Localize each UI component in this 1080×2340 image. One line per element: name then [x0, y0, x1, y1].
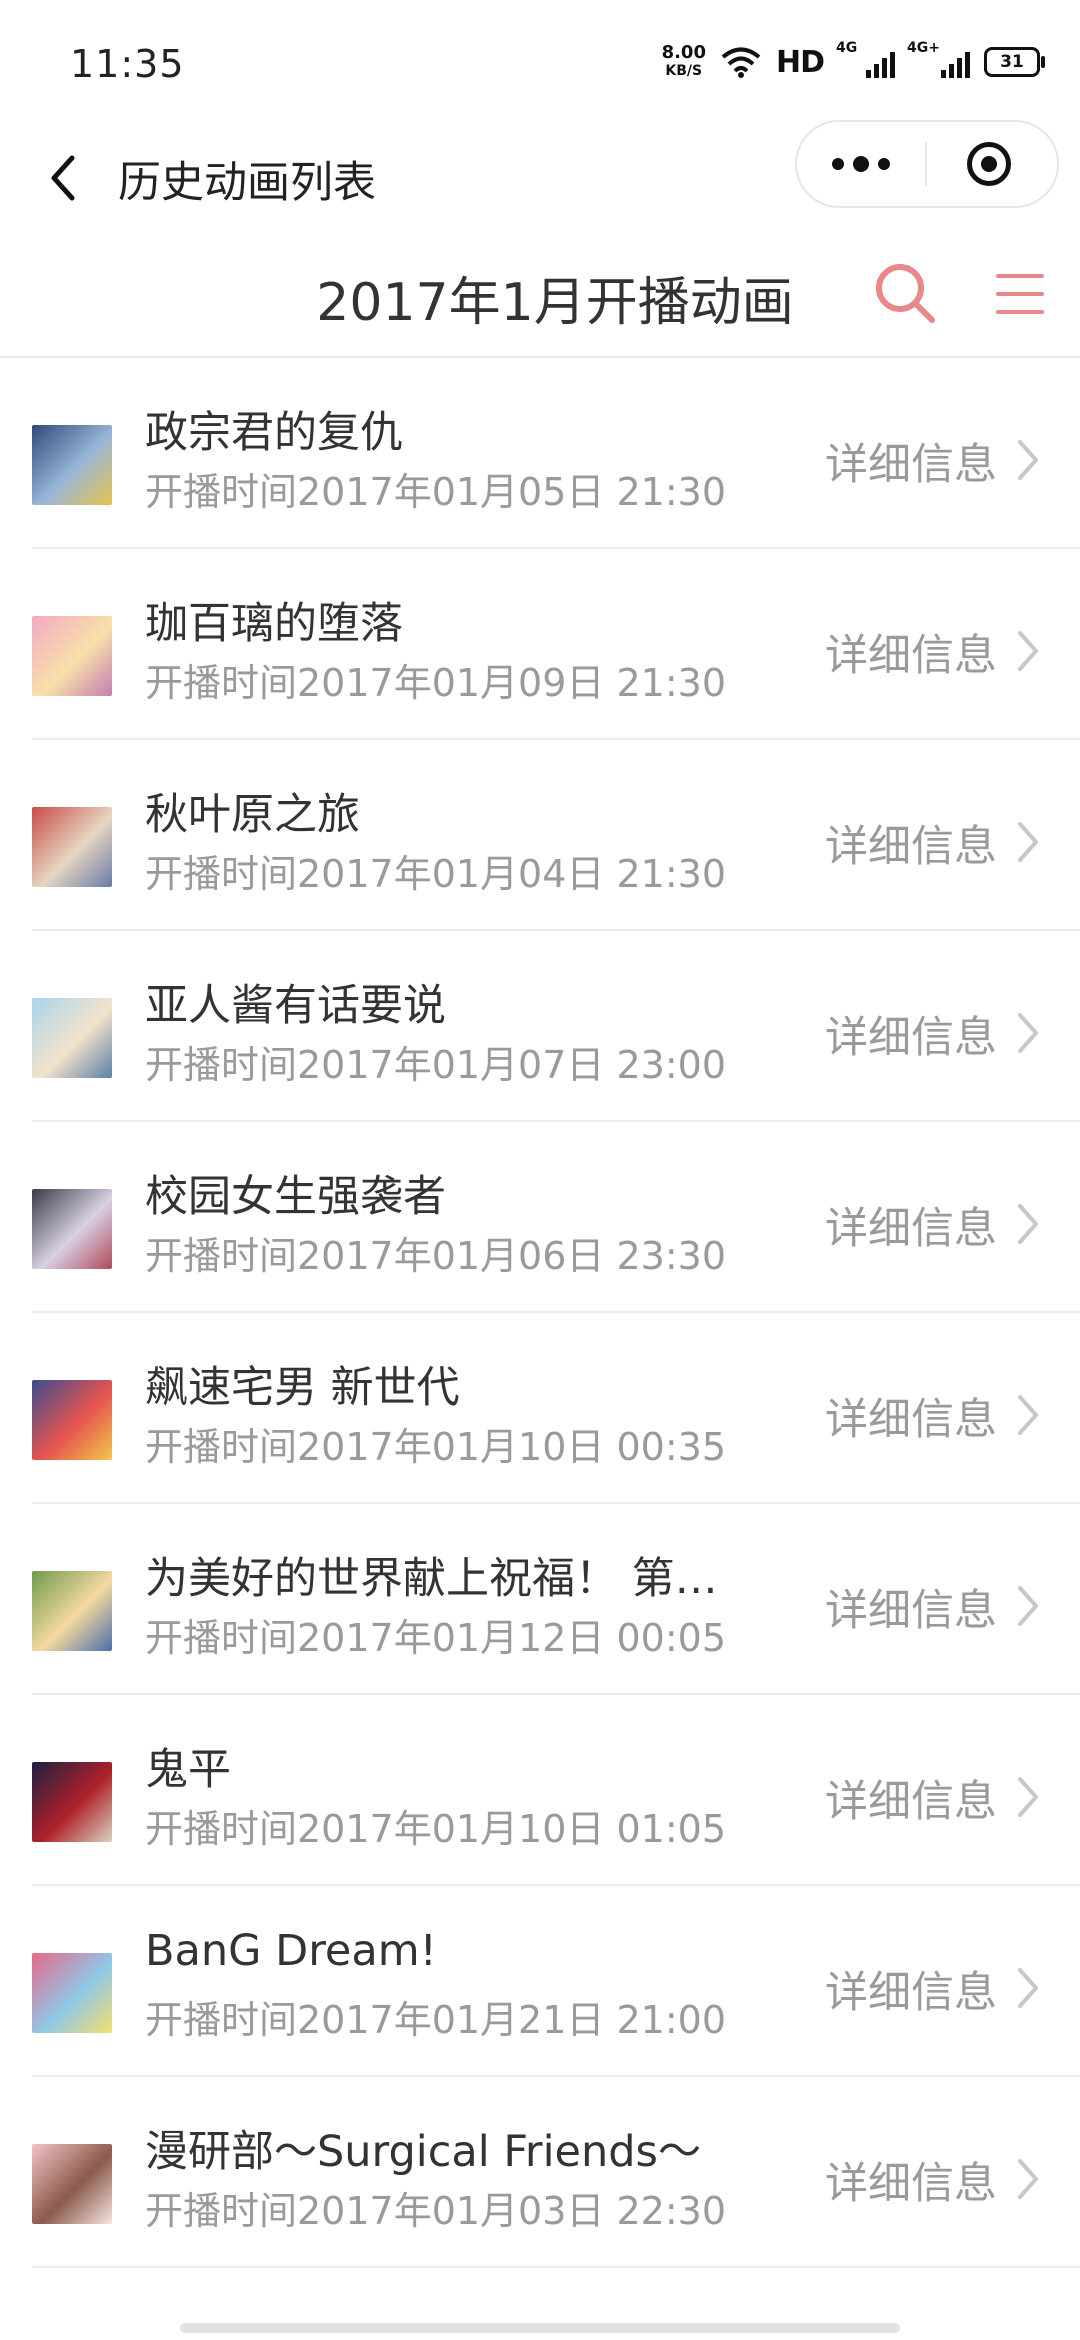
- anime-air-date: 开播时间2017年01月09日 21:30: [145, 661, 727, 705]
- list-item[interactable]: 珈百璃的堕落 开播时间2017年01月09日 21:30 详细信息: [0, 549, 1080, 740]
- list-item[interactable]: 飙速宅男 新世代 开播时间2017年01月10日 00:35 详细信息: [0, 1313, 1080, 1504]
- anime-thumbnail: [32, 1953, 112, 2033]
- anime-list: 政宗君的复仇 开播时间2017年01月05日 21:30 详细信息 珈百璃的堕落…: [0, 358, 1080, 2268]
- anime-air-date: 开播时间2017年01月05日 21:30: [145, 470, 727, 514]
- list-item[interactable]: 政宗君的复仇 开播时间2017年01月05日 21:30 详细信息: [0, 358, 1080, 549]
- anime-title: 为美好的世界献上祝福！ 第二季: [145, 1554, 745, 1604]
- chevron-right-icon: [1018, 631, 1038, 671]
- menu-icon: [996, 274, 1044, 314]
- anime-air-date: 开播时间2017年01月06日 23:30: [145, 1234, 727, 1278]
- anime-thumbnail: [32, 1571, 112, 1651]
- more-button[interactable]: [797, 122, 925, 206]
- list-item[interactable]: 亚人酱有话要说 开播时间2017年01月07日 23:00 详细信息: [0, 931, 1080, 1122]
- chevron-left-icon: [51, 155, 75, 201]
- detail-link[interactable]: 详细信息: [825, 1958, 997, 2020]
- anime-title: 鬼平: [145, 1745, 231, 1795]
- more-dots-icon: [832, 158, 844, 170]
- status-bar: 11:35 8.00 KB/S HD 4G 4G+ 31: [0, 0, 1080, 120]
- battery-icon: 31: [984, 47, 1045, 77]
- anime-thumbnail: [32, 1762, 112, 1842]
- wifi-icon: [720, 46, 762, 78]
- anime-title: 飙速宅男 新世代: [145, 1363, 460, 1413]
- detail-link[interactable]: 详细信息: [825, 1385, 997, 1447]
- signal-icon-1: 4G: [836, 40, 895, 78]
- nav-bar: 历史动画列表: [0, 120, 1080, 238]
- chevron-right-icon: [1018, 822, 1038, 862]
- anime-title: 校园女生强袭者: [145, 1172, 446, 1222]
- anime-thumbnail: [32, 998, 112, 1078]
- anime-title: 珈百璃的堕落: [145, 599, 403, 649]
- anime-thumbnail: [32, 1189, 112, 1269]
- miniprogram-capsule: [795, 120, 1059, 208]
- signal-icon-2: 4G+: [907, 40, 970, 78]
- list-item[interactable]: BanG Dream! 开播时间2017年01月21日 21:00 详细信息: [0, 1886, 1080, 2077]
- close-miniprogram-button[interactable]: [967, 142, 1011, 186]
- anime-title: 亚人酱有话要说: [145, 981, 446, 1031]
- list-header: 2017年1月开播动画: [0, 238, 1080, 358]
- detail-link[interactable]: 详细信息: [825, 1194, 997, 1256]
- chevron-right-icon: [1018, 2159, 1038, 2199]
- network-speed-unit: KB/S: [665, 63, 703, 79]
- anime-air-date: 开播时间2017年01月10日 01:05: [145, 1807, 727, 1851]
- detail-link[interactable]: 详细信息: [825, 430, 997, 492]
- detail-link[interactable]: 详细信息: [825, 1576, 997, 1638]
- chevron-right-icon: [1018, 1586, 1038, 1626]
- chevron-right-icon: [1018, 1013, 1038, 1053]
- chevron-right-icon: [1018, 1968, 1038, 2008]
- anime-air-date: 开播时间2017年01月03日 22:30: [145, 2189, 727, 2233]
- hd-icon: HD: [775, 44, 825, 80]
- anime-thumbnail: [32, 1380, 112, 1460]
- search-icon: [876, 264, 935, 323]
- anime-air-date: 开播时间2017年01月10日 00:35: [145, 1425, 727, 1469]
- chevron-right-icon: [1018, 1204, 1038, 1244]
- search-button[interactable]: [870, 258, 940, 328]
- anime-thumbnail: [32, 425, 112, 505]
- anime-air-date: 开播时间2017年01月21日 21:00: [145, 1998, 727, 2042]
- chevron-right-icon: [1018, 1777, 1038, 1817]
- detail-link[interactable]: 详细信息: [825, 1003, 997, 1065]
- home-indicator[interactable]: [180, 2323, 900, 2333]
- capsule-divider: [925, 142, 927, 186]
- anime-air-date: 开播时间2017年01月12日 00:05: [145, 1616, 727, 1660]
- back-button[interactable]: [38, 138, 88, 218]
- menu-button[interactable]: [990, 266, 1050, 322]
- detail-link[interactable]: 详细信息: [825, 2149, 997, 2211]
- network-speed-value: 8.00: [661, 42, 706, 63]
- anime-title: 政宗君的复仇: [145, 408, 403, 458]
- status-icons: 8.00 KB/S HD 4G 4G+ 31: [662, 40, 1045, 82]
- nav-title: 历史动画列表: [118, 158, 376, 208]
- anime-thumbnail: [32, 807, 112, 887]
- list-item[interactable]: 鬼平 开播时间2017年01月10日 01:05 详细信息: [0, 1695, 1080, 1886]
- list-item[interactable]: 为美好的世界献上祝福！ 第二季 开播时间2017年01月12日 00:05 详细…: [0, 1504, 1080, 1695]
- chevron-right-icon: [1018, 1395, 1038, 1435]
- anime-title: 漫研部～Surgical Friends～: [145, 2127, 701, 2177]
- detail-link[interactable]: 详细信息: [825, 1767, 997, 1829]
- list-item[interactable]: 漫研部～Surgical Friends～ 开播时间2017年01月03日 22…: [0, 2077, 1080, 2268]
- network-speed: 8.00 KB/S: [662, 44, 706, 80]
- anime-title: 秋叶原之旅: [145, 790, 360, 840]
- detail-link[interactable]: 详细信息: [825, 812, 997, 874]
- status-time: 11:35: [70, 42, 185, 86]
- detail-link[interactable]: 详细信息: [825, 621, 997, 683]
- anime-title: BanG Dream!: [145, 1926, 437, 1976]
- anime-thumbnail: [32, 2144, 112, 2224]
- list-item[interactable]: 校园女生强袭者 开播时间2017年01月06日 23:30 详细信息: [0, 1122, 1080, 1313]
- anime-thumbnail: [32, 616, 112, 696]
- list-item[interactable]: 秋叶原之旅 开播时间2017年01月04日 21:30 详细信息: [0, 740, 1080, 931]
- anime-air-date: 开播时间2017年01月07日 23:00: [145, 1043, 727, 1087]
- chevron-right-icon: [1018, 440, 1038, 480]
- anime-air-date: 开播时间2017年01月04日 21:30: [145, 852, 727, 896]
